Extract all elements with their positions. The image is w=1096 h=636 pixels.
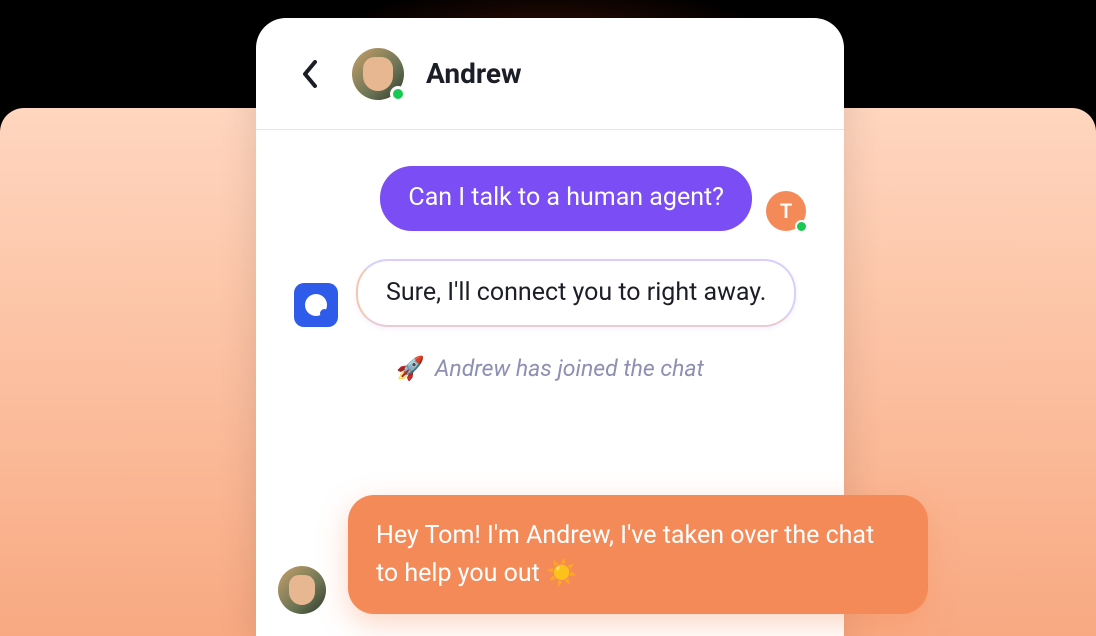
rocket-icon: 🚀	[396, 355, 425, 382]
bot-avatar[interactable]	[294, 283, 338, 327]
message-row-agent: Hey Tom! I'm Andrew, I've taken over the…	[278, 495, 928, 614]
header-avatar[interactable]	[352, 48, 404, 100]
system-message-row: 🚀 Andrew has joined the chat	[294, 355, 806, 382]
agent-avatar[interactable]	[278, 566, 326, 614]
online-status-dot	[795, 220, 808, 233]
avatar-face-icon	[363, 57, 393, 91]
avatar-face-icon	[289, 575, 315, 605]
back-button[interactable]	[290, 54, 330, 94]
message-row-bot: Sure, I'll connect you to right away.	[294, 259, 806, 328]
user-avatar-letter: T	[780, 199, 792, 223]
header-name: Andrew	[426, 57, 522, 90]
agent-message-bubble: Hey Tom! I'm Andrew, I've taken over the…	[348, 495, 928, 614]
bot-message-bubble: Sure, I'll connect you to right away.	[356, 259, 796, 328]
chat-body: Can I talk to a human agent? T Sure, I'l…	[256, 130, 844, 382]
system-message: 🚀 Andrew has joined the chat	[396, 355, 704, 382]
chevron-left-icon	[301, 59, 319, 89]
message-row-user: Can I talk to a human agent? T	[294, 166, 806, 231]
system-message-text: Andrew has joined the chat	[435, 355, 704, 382]
user-message-bubble: Can I talk to a human agent?	[380, 166, 752, 231]
chat-header: Andrew	[256, 18, 844, 130]
user-avatar[interactable]: T	[766, 191, 806, 231]
online-status-dot	[390, 86, 406, 102]
